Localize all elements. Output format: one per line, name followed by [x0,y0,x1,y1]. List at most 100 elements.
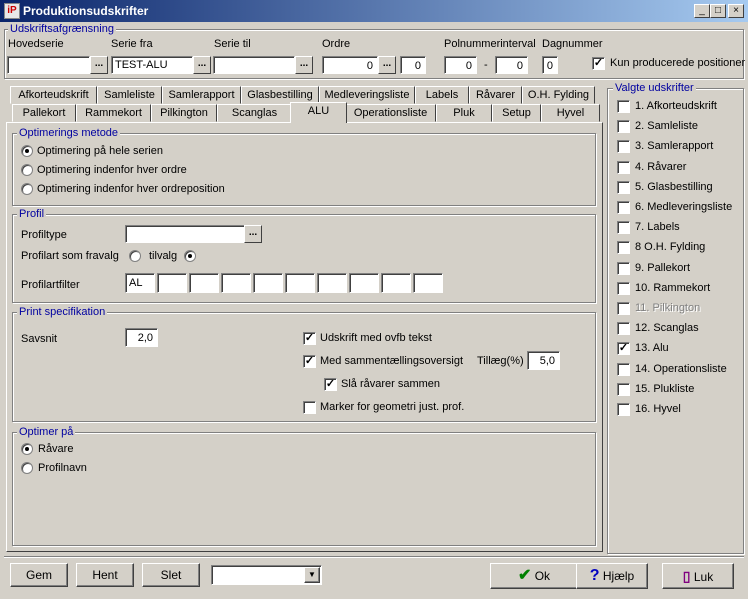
profilnavn-radio[interactable] [21,462,33,474]
sammentaelling-label: Med sammentællingsoversigt [320,355,464,367]
valgte-checkbox-16[interactable] [617,403,630,416]
optimer-group-title: Optimer på [17,426,76,438]
tab-o-h-fylding[interactable]: O.H. Fylding [522,86,595,104]
tillaeg-label: Tillæg(%) [477,355,524,367]
valgte-checkbox-5[interactable] [617,180,630,194]
valgte-checkbox-11[interactable] [617,302,630,315]
geometri-checkbox[interactable] [303,401,316,414]
valgte-checkbox-7[interactable] [617,221,630,235]
opt-radio-2[interactable] [21,164,33,176]
fravalg-radio[interactable] [129,250,141,262]
dagnummer-input[interactable]: 0 [542,56,558,74]
luk-button[interactable]: ▯ Luk [662,563,734,589]
tab-samlerapport[interactable]: Samlerapport [162,86,241,104]
hovedserie-input[interactable] [7,56,90,74]
hovedserie-browse-button[interactable]: ... [90,56,108,74]
raavare-label: Råvare [38,443,74,455]
valgte-checkbox-6[interactable] [617,201,630,214]
profilartfilter-input-1[interactable]: AL [125,273,155,293]
ok-button[interactable]: ✔ Ok [490,563,578,589]
profilartfilter-input-10[interactable] [413,273,443,293]
ovfb-tekst-checkbox[interactable]: ✓ [303,332,316,345]
valgte-checkbox-2[interactable] [617,120,630,134]
valgte-label-14: 14. Operationsliste [635,362,727,375]
tab-alu[interactable]: ALU [290,102,347,123]
valgte-label-13: 13. Alu [635,342,669,355]
close-icon[interactable]: × [728,4,744,18]
serie-fra-input[interactable]: TEST-ALU [111,56,193,74]
polnummer-to-input[interactable]: 0 [495,56,528,74]
tab-r-varer[interactable]: Råvarer [469,86,522,104]
valgte-label-6: 6. Medleveringsliste [635,201,733,213]
profilartfilter-input-3[interactable] [189,273,219,293]
layout-combo[interactable]: ▼ [211,565,322,585]
tab-samleliste[interactable]: Samleliste [97,86,162,104]
tab-scanglas[interactable]: Scanglas [217,104,292,122]
gem-button[interactable]: Gem [10,563,68,587]
profiltype-browse-button[interactable]: ... [244,225,262,243]
minimize-icon[interactable]: _ [694,4,710,18]
ordre-browse-button[interactable]: ... [378,56,396,74]
tab-afkorteudskrift[interactable]: Afkorteudskrift [10,86,97,104]
valgte-label-12: 12. Scanglas [635,322,699,335]
profilartfilter-input-5[interactable] [253,273,283,293]
profilartfilter-input-4[interactable] [221,273,251,293]
tab-hyvel[interactable]: Hyvel [541,104,600,122]
profilartfilter-input-2[interactable] [157,273,187,293]
sammentaelling-checkbox[interactable]: ✓ [303,355,316,368]
tab-pilkington[interactable]: Pilkington [151,104,217,122]
app-icon: iP [4,3,20,19]
profilartfilter-input-9[interactable] [381,273,411,293]
valgte-checkbox-3[interactable] [617,140,630,154]
profilartfilter-input-7[interactable] [317,273,347,293]
luk-label: Luk [693,570,714,584]
serie-til-input[interactable] [213,56,295,74]
valgte-checkbox-8[interactable] [617,241,630,255]
opt-radio-1[interactable] [21,145,33,157]
tab-pluk[interactable]: Pluk [436,104,492,122]
profiltype-input[interactable] [125,225,245,243]
valgte-label-1: 1. Afkorteudskrift [635,100,717,112]
print-group-title: Print specifikation [17,306,108,318]
hent-button[interactable]: Hent [76,563,134,587]
maximize-icon[interactable]: □ [710,4,726,18]
polnummer-from-input[interactable]: 0 [444,56,477,74]
kun-producerede-checkbox[interactable]: ✓ [592,57,605,70]
tilvalg-radio[interactable] [184,250,196,262]
hovedserie-label: Hovedserie [8,38,64,50]
slaa-raavarer-checkbox[interactable]: ✓ [324,378,337,391]
tab-pallekort[interactable]: Pallekort [12,104,76,122]
polnummer-dash: - [484,59,488,71]
profilartfilter-input-8[interactable] [349,273,379,293]
valgte-checkbox-1[interactable] [617,100,630,113]
valgte-label-11: 11. Pilkington [635,302,701,314]
chevron-down-icon[interactable]: ▼ [304,567,320,583]
serie-til-browse-button[interactable]: ... [295,56,313,74]
ordre-position-input[interactable]: 0 [400,56,426,74]
valgte-checkbox-14[interactable] [617,362,630,376]
tab-labels[interactable]: Labels [415,86,469,104]
slet-button[interactable]: Slet [142,563,200,587]
tab-setup[interactable]: Setup [492,104,541,122]
valgte-checkbox-15[interactable] [617,382,630,396]
fravalg-label: Profilart som fravalg [21,250,119,262]
tab-rammekort[interactable]: Rammekort [76,104,151,122]
serie-fra-browse-button[interactable]: ... [193,56,211,74]
valgte-label-2: 2. Samleliste [635,120,698,133]
savsnit-input[interactable]: 2,0 [125,328,158,347]
bottom-divider [4,556,744,558]
door-exit-icon: ▯ [682,568,691,584]
opt-radio-3[interactable] [21,183,33,195]
tillaeg-input[interactable]: 5,0 [527,351,560,370]
valgte-checkbox-12[interactable] [617,322,630,336]
raavare-radio[interactable] [21,443,33,455]
help-button[interactable]: ? Hjælp [576,563,648,589]
valgte-checkbox-10[interactable] [617,281,630,295]
valgte-checkbox-4[interactable] [617,160,630,174]
valgte-checkbox-13[interactable]: ✓ [617,342,630,356]
valgte-label-15: 15. Plukliste [635,382,695,395]
profilartfilter-input-6[interactable] [285,273,315,293]
tab-operationsliste[interactable]: Operationsliste [345,104,436,122]
valgte-checkbox-9[interactable] [617,261,630,275]
ordre-input[interactable]: 0 [322,56,378,74]
